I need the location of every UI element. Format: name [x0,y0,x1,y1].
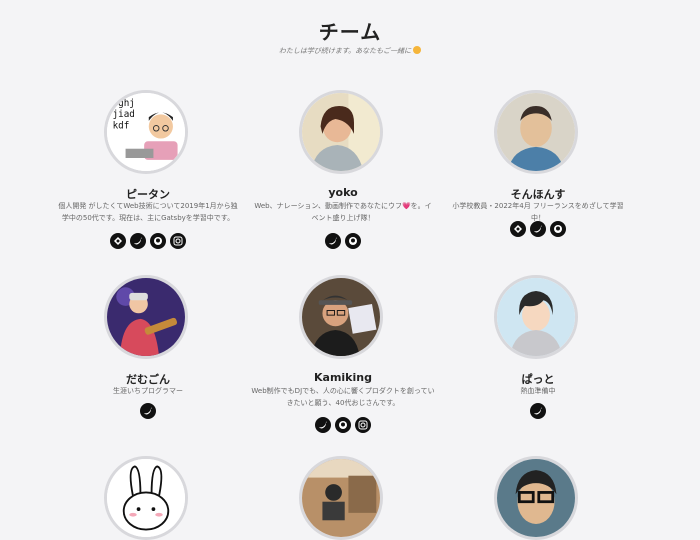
github-icon[interactable] [150,233,166,249]
tagline-text: わたしは学び続けます。あなたもご一緒に [278,47,412,55]
gatsby-icon[interactable] [510,221,526,237]
member-bio: 熱血準備中 [520,387,556,395]
avatar[interactable] [299,90,383,174]
social-links [243,417,443,433]
member-card: ぱっと 熱血準備中 [438,275,638,435]
member-bio: Web、ナレーション、動画制作であなたにウフ💗を。イベント盛り上げ隊！ [254,202,432,222]
svg-text:jiad: jiad [113,109,135,120]
gatsby-icon[interactable] [110,233,126,249]
social-links [438,403,638,419]
smile-emoji-icon [413,46,422,54]
instagram-icon[interactable] [355,417,371,433]
avatar[interactable] [494,275,578,359]
page-tagline: わたしは学び続けます。あなたもご一緒に [0,46,700,56]
member-bio: 個人開発 がしたくてWeb技術について2019年1月から独学中の50代です。現在… [58,202,238,222]
avatar[interactable] [494,90,578,174]
github-icon[interactable] [335,417,351,433]
svg-text:kdf: kdf [113,120,130,131]
page-title: チーム [318,20,382,44]
avatar[interactable] [494,456,578,540]
social-links [48,233,248,249]
avatar[interactable] [299,456,383,540]
member-bio: 生涯いちプログラマー [113,387,183,395]
member-card: Kamiking Web制作でもDJでも、人の心に響くプロダクトを創っていきたい… [243,275,443,440]
twitter-icon[interactable] [140,403,156,419]
github-icon[interactable] [550,221,566,237]
instagram-icon[interactable] [170,233,186,249]
social-links [48,403,248,419]
social-links [243,233,443,249]
twitter-icon[interactable] [315,417,331,433]
social-links [438,221,638,237]
avatar[interactable] [104,275,188,359]
github-icon[interactable] [345,233,361,249]
twitter-icon[interactable] [530,403,546,419]
twitter-icon[interactable] [325,233,341,249]
twitter-icon[interactable] [530,221,546,237]
member-bio: Web制作でもDJでも、人の心に響くプロダクトを創っていきたいと願う、40代おじ… [251,387,435,407]
avatar[interactable] [104,456,188,540]
member-card: yghj jiad kdf ピータン 個人開発 がしたくてWeb技術について20… [48,90,248,260]
avatar[interactable]: yghj jiad kdf [104,90,188,174]
member-card: だむごん 生涯いちプログラマー [48,275,248,435]
member-card: そんほんす 小学校教員・2022年4月 フリーランスをめざして学習中！ [438,90,638,260]
avatar[interactable] [299,275,383,359]
member-name: Kamiking [314,371,372,384]
member-card: yoko Web、ナレーション、動画制作であなたにウフ💗を。イベント盛り上げ隊！ [243,90,443,260]
member-name: yoko [328,186,358,199]
twitter-icon[interactable] [130,233,146,249]
svg-text:yghj: yghj [113,98,135,109]
